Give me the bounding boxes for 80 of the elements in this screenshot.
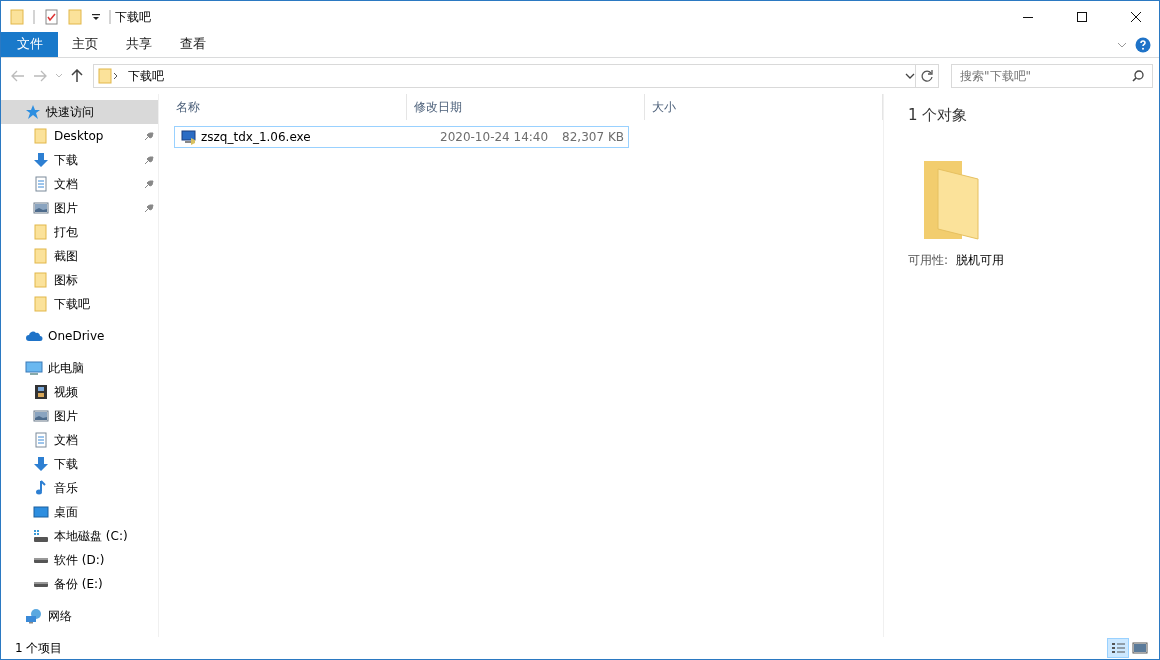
star-icon [25, 104, 41, 120]
chevron-down-icon[interactable] [905, 72, 915, 80]
folder-icon [98, 68, 112, 84]
sidebar-item[interactable]: 文档 [1, 172, 158, 196]
field-label: 可用性: [908, 251, 949, 269]
sidebar-item[interactable]: 本地磁盘 (C:) [1, 524, 158, 548]
ribbon-tab[interactable]: 共享 [112, 32, 166, 57]
document-icon [33, 432, 49, 448]
picture-icon [33, 408, 49, 424]
breadcrumb-item[interactable]: 下载吧 [128, 67, 164, 85]
sidebar-item[interactable]: 下载 [1, 452, 158, 476]
sidebar-item[interactable]: 下载 [1, 148, 158, 172]
details-title: 1 个对象 [908, 105, 969, 126]
file-row[interactable]: zszq_tdx_1.06.exe 2020-10-24 14:40 82,307 KB [174, 126, 629, 148]
sidebar-item[interactable]: Desktop [1, 124, 158, 148]
window-title: 下载吧 [115, 8, 151, 26]
sidebar-item[interactable]: 截图 [1, 244, 158, 268]
sidebar-item[interactable]: 下载吧 [1, 292, 158, 316]
sidebar-item[interactable]: 此电脑 [1, 356, 158, 380]
table-cell-text: 2020-10-24 14:40 [439, 129, 550, 146]
table-cell-text: 82,307 KB [561, 129, 625, 146]
monitor-icon [25, 360, 43, 376]
maximize-icon [1077, 11, 1087, 22]
field-value: 脱机可用 [956, 251, 1005, 269]
address-bar[interactable]: 下载吧 [93, 64, 916, 88]
picture-icon [1132, 640, 1148, 656]
drive-icon [33, 580, 49, 588]
folder-icon [9, 8, 25, 25]
column-header[interactable]: 大小 [645, 94, 883, 120]
sidebar-item[interactable]: 网络 [1, 604, 158, 628]
drive-icon [33, 556, 49, 564]
refresh-icon [920, 69, 934, 83]
file-name: zszq_tdx_1.06.exe [201, 129, 311, 146]
folder-icon [922, 158, 980, 243]
folder-icon [33, 248, 49, 264]
sidebar-item[interactable]: 桌面 [1, 500, 158, 524]
chevron-right-icon [112, 72, 120, 80]
refresh-button[interactable] [915, 64, 939, 88]
column-header[interactable]: 修改日期 [407, 94, 645, 120]
sidebar-item[interactable]: 快速访问 [1, 100, 158, 124]
sidebar-item[interactable]: 图标 [1, 268, 158, 292]
sidebar-item[interactable]: 图片 [1, 196, 158, 220]
sidebar-item[interactable]: 文档 [1, 428, 158, 452]
folder-icon [33, 272, 49, 288]
folder-icon [33, 224, 49, 240]
close-icon [1131, 11, 1141, 22]
separator-icon [109, 9, 111, 24]
folder-icon [33, 296, 49, 312]
down-arrow-icon [33, 152, 49, 168]
folder-icon [33, 128, 49, 144]
ribbon-tab[interactable]: 主页 [58, 32, 112, 57]
column-header[interactable]: 名称 [169, 94, 407, 120]
sidebar-item[interactable]: OneDrive [1, 324, 158, 348]
up-arrow-icon[interactable] [71, 69, 83, 83]
sidebar-item[interactable]: 备份 (E:) [1, 572, 158, 596]
sidebar-item[interactable]: 打包 [1, 220, 158, 244]
separator-icon [33, 9, 35, 24]
status-text: 1 个项目 [15, 640, 63, 657]
search-input[interactable]: 搜索"下载吧" [960, 67, 1132, 85]
sidebar-item[interactable]: 音乐 [1, 476, 158, 500]
sidebar-item[interactable]: 视频 [1, 380, 158, 404]
search-field[interactable]: 搜索"下载吧" [951, 64, 1153, 88]
help-icon[interactable] [1135, 36, 1151, 53]
program-icon [181, 129, 197, 145]
document-icon [33, 176, 49, 192]
sidebar-item[interactable]: 图片 [1, 404, 158, 428]
details-view-icon [1110, 640, 1126, 656]
ribbon-tab[interactable]: 查看 [166, 32, 220, 57]
picture-icon [33, 200, 49, 216]
dropdown-icon[interactable] [91, 11, 101, 22]
view-button[interactable] [1107, 638, 1129, 658]
search-icon [1132, 70, 1144, 82]
network-icon [25, 608, 43, 624]
monitor-icon [33, 504, 49, 520]
film-icon [33, 384, 49, 400]
file-tab[interactable]: 文件 [1, 32, 58, 57]
down-arrow-icon [33, 456, 49, 472]
properties-icon[interactable] [43, 8, 59, 25]
drive-icon [33, 528, 49, 544]
sidebar-item[interactable]: 软件 (D:) [1, 548, 158, 572]
